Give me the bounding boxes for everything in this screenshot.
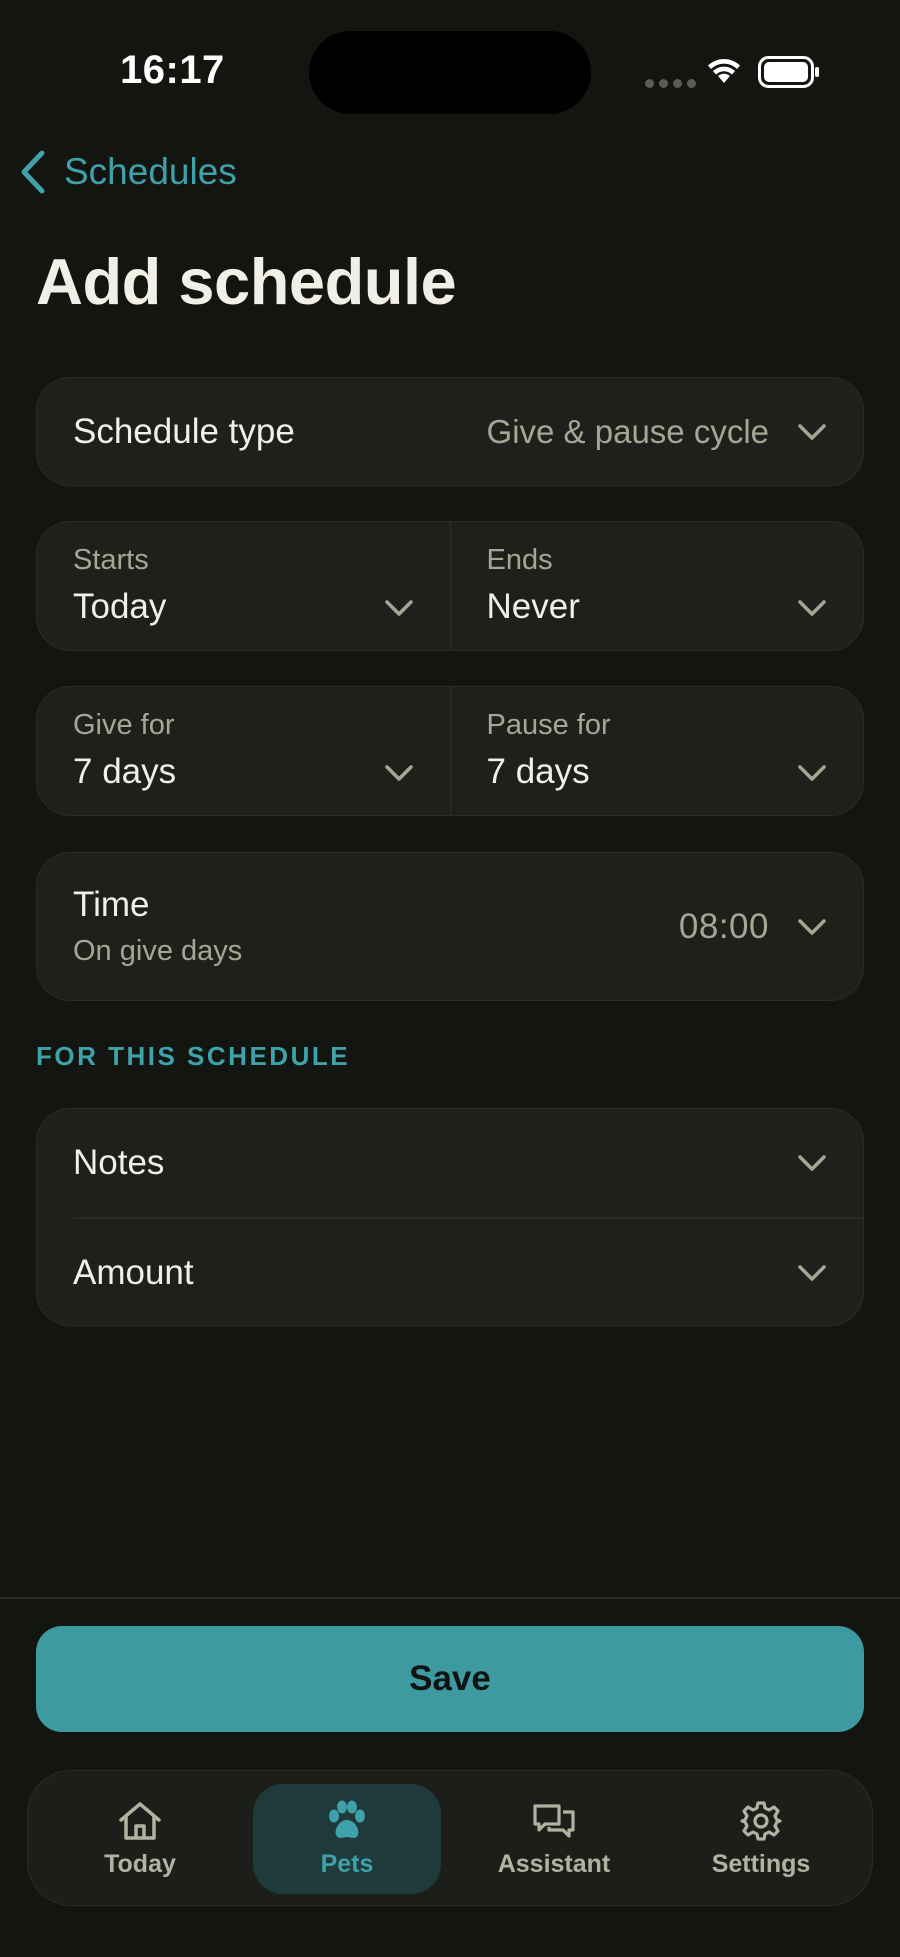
schedule-type-value: Give & pause cycle	[486, 412, 769, 450]
paw-icon	[329, 1800, 365, 1838]
starts-label: Starts	[73, 544, 149, 576]
chevron-down-icon	[798, 1264, 826, 1281]
notes-label: Notes	[73, 1143, 165, 1182]
back-button[interactable]: Schedules	[20, 150, 237, 194]
schedule-type-label: Schedule type	[73, 411, 295, 451]
schedule-type-row[interactable]: Schedule type Give & pause cycle	[36, 377, 864, 486]
ends-value: Never	[486, 587, 580, 626]
pause-for-picker[interactable]: Pause for 7 days	[449, 687, 864, 815]
give-for-value: 7 days	[73, 752, 177, 791]
chat-bubbles-icon	[533, 1803, 575, 1838]
footer-divider	[0, 1597, 900, 1599]
chevron-left-icon	[21, 150, 45, 194]
time-sublabel: On give days	[73, 935, 243, 967]
chevron-down-icon	[384, 765, 413, 781]
give-for-picker[interactable]: Give for 7 days	[37, 687, 450, 815]
chevron-down-icon	[798, 600, 826, 616]
chevron-down-icon	[384, 600, 413, 616]
tab-bar: Today Pets Assistant Settings	[27, 1770, 873, 1906]
time-value: 08:00	[678, 906, 769, 946]
starts-value: Today	[73, 587, 167, 626]
add-schedule-screen: 16:17 Schedules Add schedule Schedule ty…	[0, 0, 900, 1957]
chevron-down-icon	[798, 765, 826, 781]
save-button[interactable]: Save	[36, 1626, 864, 1732]
tab-assistant[interactable]: Assistant	[460, 1784, 648, 1894]
back-label: Schedules	[64, 151, 237, 192]
starts-picker[interactable]: Starts Today	[37, 522, 450, 650]
section-header: FOR THIS SCHEDULE	[36, 1041, 351, 1071]
give-for-label: Give for	[73, 709, 175, 741]
pause-for-value: 7 days	[486, 752, 590, 791]
chevron-down-icon	[798, 1155, 826, 1171]
time-label: Time	[73, 885, 150, 924]
status-time: 16:17	[120, 48, 225, 92]
notes-row[interactable]: Notes	[37, 1109, 863, 1217]
gear-icon	[740, 1800, 782, 1841]
schedule-extras-card: Notes Amount	[36, 1108, 864, 1326]
dynamic-island	[309, 31, 591, 114]
tab-label: Settings	[711, 1849, 811, 1878]
tab-label: Today	[104, 1849, 176, 1878]
tab-label: Assistant	[497, 1849, 611, 1878]
tab-pets[interactable]: Pets	[253, 1784, 441, 1894]
cellular-signal-icon	[645, 79, 696, 88]
tab-label: Pets	[320, 1849, 374, 1878]
house-icon	[119, 1801, 161, 1840]
ends-label: Ends	[486, 544, 553, 576]
date-range-card: Starts Today Ends Never	[36, 521, 864, 651]
tab-today[interactable]: Today	[46, 1784, 234, 1894]
cycle-card: Give for 7 days Pause for 7 days	[36, 686, 864, 816]
tab-settings[interactable]: Settings	[667, 1784, 855, 1894]
amount-label: Amount	[73, 1252, 194, 1292]
battery-icon	[758, 56, 819, 88]
ends-picker[interactable]: Ends Never	[449, 522, 864, 650]
wifi-icon	[708, 59, 740, 83]
page-title: Add schedule	[36, 245, 457, 318]
chevron-down-icon	[798, 918, 826, 935]
chevron-down-icon	[798, 423, 826, 440]
amount-row[interactable]: Amount	[37, 1219, 863, 1327]
time-row[interactable]: Time On give days 08:00	[36, 852, 864, 1001]
pause-for-label: Pause for	[486, 709, 611, 741]
